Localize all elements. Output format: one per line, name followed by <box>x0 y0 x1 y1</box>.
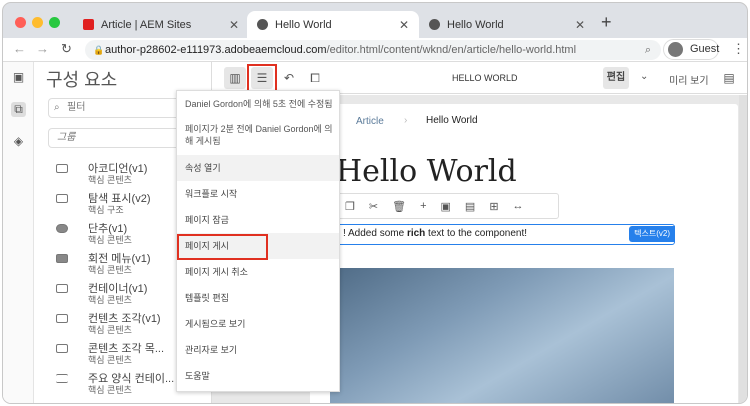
toggle-side-panel-icon[interactable]: ▥ <box>224 67 246 89</box>
page-info-highlight <box>247 64 277 92</box>
panel-title: 구성 요소 <box>46 70 118 90</box>
parent-icon[interactable]: ▤ <box>465 200 475 213</box>
component-group: 핵심 콘텐츠 <box>88 295 132 305</box>
zoom-icon[interactable]: ⌕ <box>645 40 651 60</box>
page-heading: Hello World <box>336 154 517 189</box>
component-group: 핵심 콘텐츠 <box>88 235 132 245</box>
tab-hello-world-active[interactable]: Hello World ✕ <box>247 11 419 38</box>
menu-item-lock-page[interactable]: 페이지 잠금 <box>177 207 339 233</box>
adobe-icon <box>83 19 94 30</box>
tab-title: Article | AEM Sites <box>101 18 192 31</box>
globe-icon <box>429 19 440 30</box>
menu-item-edit-template[interactable]: 템플릿 편집 <box>177 285 339 311</box>
select-icon[interactable]: ▣ <box>441 200 451 213</box>
lock-icon: 🔒 <box>93 45 105 55</box>
reload-icon[interactable]: ↻ <box>61 41 72 57</box>
component-group: 핵심 콘텐츠 <box>88 265 132 275</box>
url-path: /editor.html/content/wknd/en/article/hel… <box>326 44 577 56</box>
filter-placeholder: 필터 <box>67 102 86 113</box>
accordion-icon <box>56 164 68 173</box>
undo-icon[interactable]: ↶ <box>278 67 300 89</box>
copy-icon[interactable]: ❐ <box>345 200 355 213</box>
new-tab-button[interactable]: + <box>601 12 612 33</box>
text-part: ! Added some <box>343 228 407 239</box>
text-part: text to the component! <box>425 228 528 239</box>
tab-article[interactable]: Article | AEM Sites ✕ <box>73 11 249 38</box>
cut-icon[interactable]: ✂ <box>369 200 378 213</box>
chevron-right-icon: › <box>404 115 408 126</box>
menu-item-start-workflow[interactable]: 워크플로 시작 <box>177 181 339 207</box>
browser-window: Article | AEM Sites ✕ Hello World ✕ Hello … <box>2 2 748 404</box>
content-fragment-icon <box>56 314 68 323</box>
menu-item-unpublish-page[interactable]: 페이지 게시 취소 <box>177 259 339 285</box>
aem-editor: ▣ ⧉ ◈ 구성 요소 ⌕ 필터 그룹 아코디언(v1) 핵심 콘텐츠 탐색 표시(… <box>3 62 747 403</box>
components-icon[interactable]: ⧉ <box>11 102 26 117</box>
layers-icon[interactable]: ◈ <box>11 134 26 149</box>
publish-highlight <box>177 234 268 260</box>
search-icon: ⌕ <box>54 102 60 113</box>
close-window-button[interactable] <box>15 17 26 28</box>
hero-image <box>330 268 674 403</box>
avatar-icon <box>668 42 683 57</box>
url-host: author-p28602-e111973.adobeaemcloud.com <box>105 44 327 56</box>
component-toolbar: ❐ ✂ 🗑 + ▣ ▤ ⊞ ↔ <box>330 193 559 219</box>
url-input[interactable]: 🔒 author-p28602-e111973.adobeaemcloud.com… <box>85 40 661 60</box>
close-tab-icon[interactable]: ✕ <box>399 18 409 32</box>
menu-item-open-properties[interactable]: 속성 열기 <box>177 155 339 181</box>
component-group: 핵심 콘텐츠 <box>88 385 132 395</box>
page-info-menu: Daniel Gordon에 의해 5초 전에 수정됨 페이지가 2분 전에 D… <box>176 90 340 392</box>
breadcrumb-current: Hello World <box>426 115 478 126</box>
modified-status: Daniel Gordon에 의해 5초 전에 수정됨 <box>185 99 333 109</box>
menu-item-view-as-published[interactable]: 게시됨으로 보기 <box>177 311 339 337</box>
tab-title: Hello World <box>275 18 332 31</box>
edit-mode-button[interactable]: 편집 <box>603 67 629 89</box>
insert-icon[interactable]: + <box>420 200 426 212</box>
more-menu-icon[interactable]: ⋮ <box>732 41 745 57</box>
group-placeholder: 그룹 <box>57 132 76 143</box>
breadcrumb-icon <box>56 194 68 203</box>
delete-icon[interactable]: 🗑 <box>392 200 406 213</box>
breadcrumb-link[interactable]: Article <box>356 116 384 127</box>
text-component[interactable]: ! Added some rich text to the component!… <box>330 224 675 245</box>
address-bar: ← → ↻ 🔒 author-p28602-e111973.adobeaemclo… <box>3 38 747 62</box>
component-badge: 텍스트(v2) <box>629 226 675 242</box>
forward-icon[interactable]: → <box>36 41 49 56</box>
globe-icon <box>257 19 268 30</box>
page-title: HELLO WORLD <box>452 73 518 83</box>
group-icon[interactable]: ⊞ <box>489 200 498 213</box>
profile-name: Guest <box>690 43 720 55</box>
mode-dropdown-icon[interactable]: ⌄ <box>640 71 648 82</box>
text-bold: rich <box>406 228 426 239</box>
component-group: 핵심 콘텐츠 <box>88 325 132 335</box>
assets-icon[interactable]: ▣ <box>11 70 26 85</box>
tab-title: Hello World <box>447 18 504 31</box>
annotations-icon[interactable]: ▤ <box>718 67 740 89</box>
component-group: 핵심 구조 <box>88 205 124 215</box>
tab-hello-world[interactable]: Hello World ✕ <box>419 11 595 38</box>
content-fragment-list-icon <box>56 344 68 353</box>
component-group: 핵심 콘텐츠 <box>88 175 132 185</box>
close-tab-icon[interactable]: ✕ <box>229 18 239 32</box>
component-group: 핵심 콘텐츠 <box>88 355 132 365</box>
layout-icon[interactable]: ↔ <box>513 200 524 212</box>
profile-button[interactable]: Guest <box>663 39 719 60</box>
close-tab-icon[interactable]: ✕ <box>575 18 585 32</box>
preview-button[interactable]: 미리 보기 <box>669 72 709 87</box>
minimize-window-button[interactable] <box>32 17 43 28</box>
scrollbar[interactable] <box>739 95 747 403</box>
side-rail: ▣ ⧉ ◈ <box>3 62 34 403</box>
published-status: 페이지가 2분 전에 Daniel Gordon에 의해 게시됨 <box>185 124 333 146</box>
form-container-icon <box>56 374 68 383</box>
menu-item-view-in-admin[interactable]: 관리자로 보기 <box>177 337 339 363</box>
button-icon <box>56 224 68 233</box>
maximize-window-button[interactable] <box>49 17 60 28</box>
back-icon[interactable]: ← <box>13 41 26 56</box>
page-content: Article › Hello World Hello World ❐ ✂ 🗑 + ▣ ▤… <box>310 104 738 403</box>
carousel-icon <box>56 254 68 263</box>
emulator-icon[interactable]: ⧠ <box>304 67 326 89</box>
container-icon <box>56 284 68 293</box>
menu-item-help[interactable]: 도움말 <box>177 363 339 389</box>
